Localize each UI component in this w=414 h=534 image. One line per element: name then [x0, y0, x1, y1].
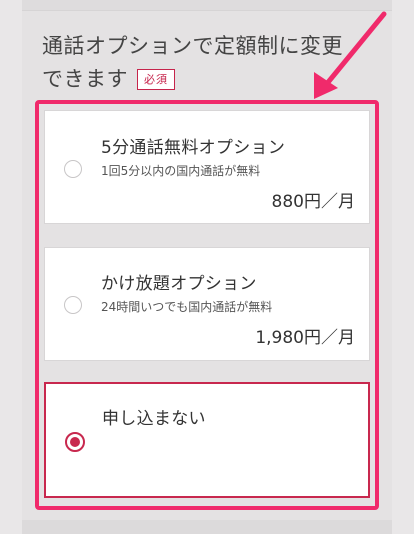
arrow-icon: [314, 11, 387, 99]
